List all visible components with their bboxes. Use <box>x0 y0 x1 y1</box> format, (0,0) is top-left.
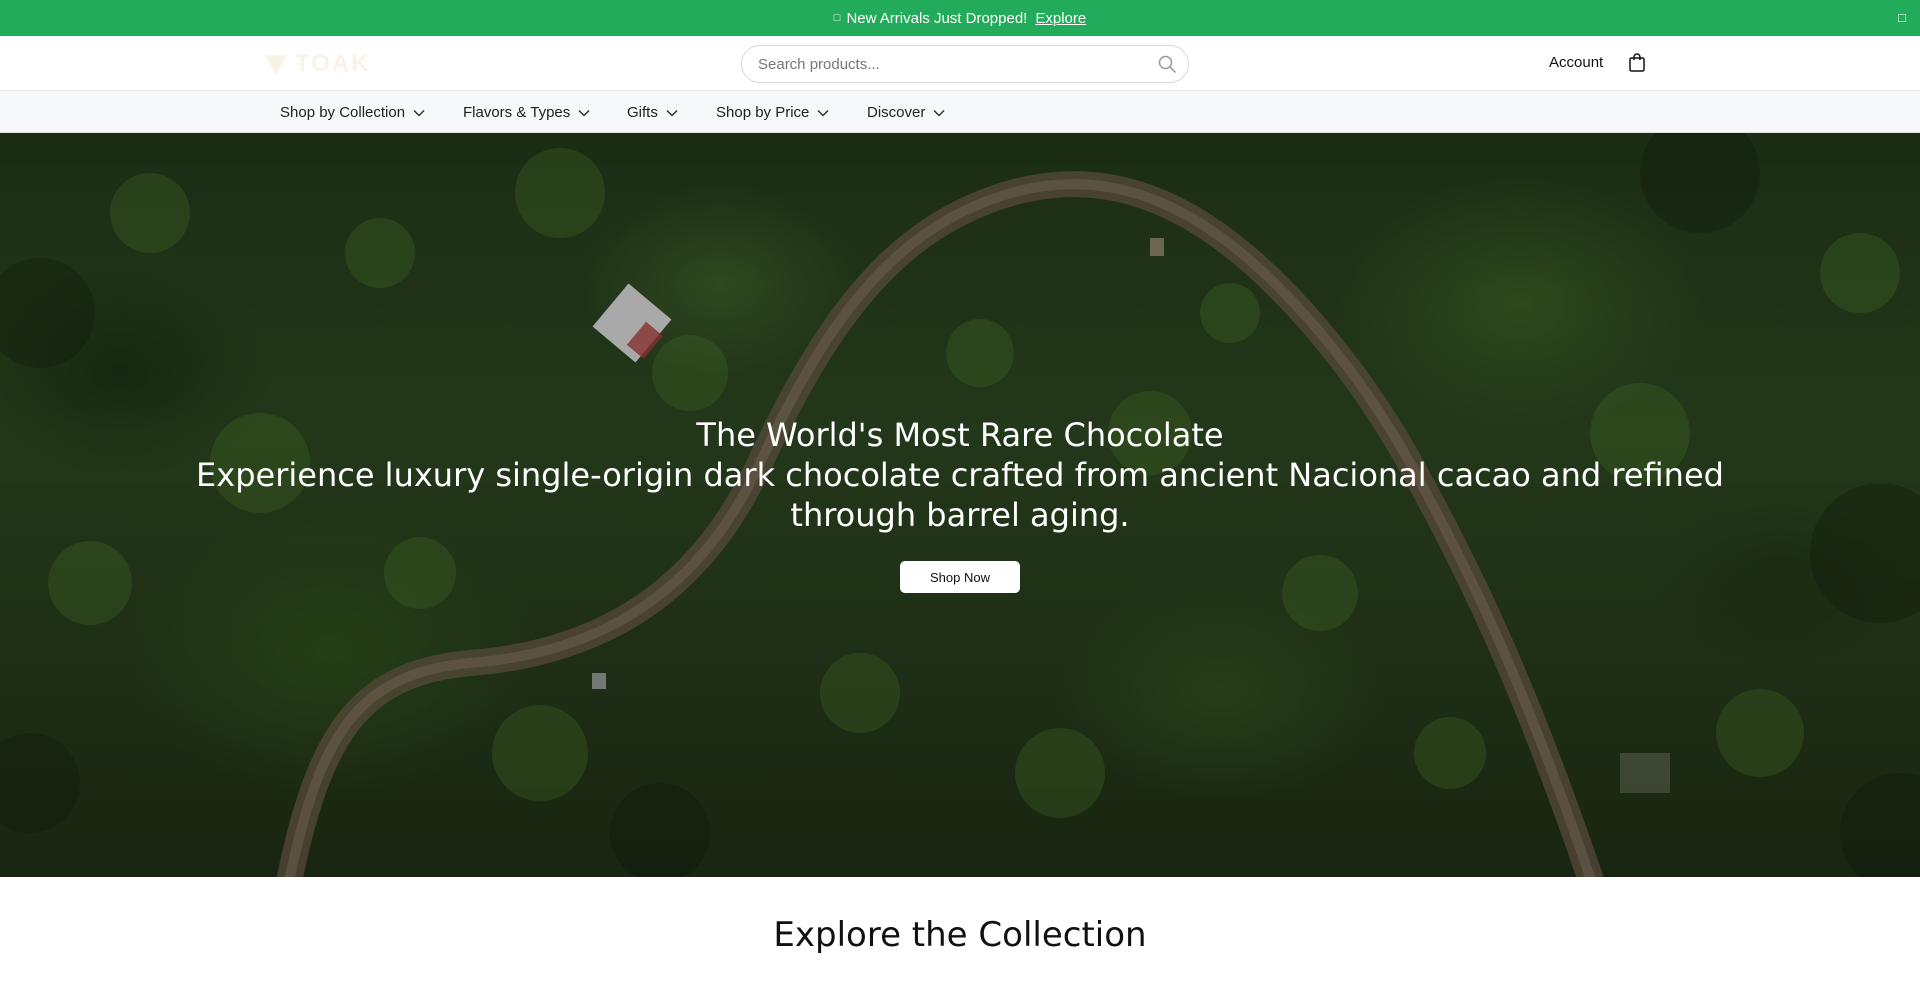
chevron-down-icon <box>413 109 425 117</box>
nav-discover[interactable]: Discover <box>867 91 945 133</box>
main-nav: Shop by Collection Flavors & Types Gifts… <box>0 91 1920 133</box>
nav-label: Shop by Price <box>716 103 810 121</box>
site-header: TOAK Account <box>0 36 1920 91</box>
gift-icon: □ <box>833 12 841 24</box>
shopping-bag-icon[interactable] <box>1629 53 1645 72</box>
hero-title: The World's Most Rare Chocolate <box>696 416 1224 454</box>
nav-shop-by-price[interactable]: Shop by Price <box>716 91 829 133</box>
chevron-down-icon <box>933 109 945 117</box>
announcement-bar: □ New Arrivals Just Dropped! Explore □ <box>0 0 1920 36</box>
nav-label: Shop by Collection <box>280 103 406 121</box>
chevron-down-icon <box>578 109 590 117</box>
brand-logo[interactable]: TOAK <box>263 50 371 78</box>
announcement-explore-link[interactable]: Explore <box>1035 10 1086 27</box>
nav-flavors-types[interactable]: Flavors & Types <box>463 91 590 133</box>
logo-text: TOAK <box>295 50 371 77</box>
account-link[interactable]: Account <box>1549 54 1603 71</box>
logo-mark-icon <box>265 55 287 75</box>
nav-gifts[interactable]: Gifts <box>627 91 678 133</box>
explore-heading: Explore the Collection <box>773 915 1147 955</box>
hero-subtitle: Experience luxury single-origin dark cho… <box>196 456 1724 534</box>
nav-label: Flavors & Types <box>463 103 571 121</box>
close-icon[interactable]: □ <box>1898 10 1906 25</box>
hero-banner: The World's Most Rare Chocolate Experien… <box>0 133 1920 877</box>
explore-section: Explore the Collection <box>0 877 1920 993</box>
search-input[interactable] <box>758 46 1138 82</box>
hero-text: The World's Most Rare Chocolate Experien… <box>0 415 1920 535</box>
announcement-message: New Arrivals Just Dropped! <box>846 9 1028 27</box>
chevron-down-icon <box>666 109 678 117</box>
search-bar <box>741 45 1189 83</box>
nav-shop-by-collection[interactable]: Shop by Collection <box>280 91 425 133</box>
search-icon[interactable] <box>1158 55 1176 73</box>
shop-now-button[interactable]: Shop Now <box>900 561 1020 593</box>
chevron-down-icon <box>817 109 829 117</box>
nav-label: Discover <box>867 103 926 121</box>
nav-label: Gifts <box>627 103 658 121</box>
